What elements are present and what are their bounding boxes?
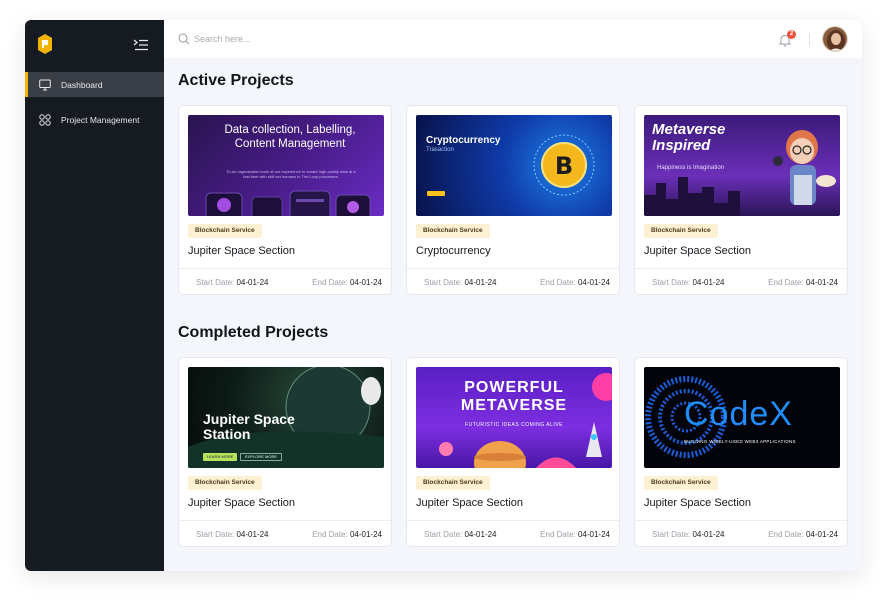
card-divider (179, 520, 391, 521)
project-dates: Start Date: 04-01-24 End Date: 04-01-24 (644, 530, 838, 539)
project-thumbnail: Data collection, Labelling, Content Mana… (188, 115, 384, 216)
search-input[interactable] (194, 30, 494, 48)
sidebar-item-project-management[interactable]: Project Management (25, 107, 164, 132)
end-date: End Date: 04-01-24 (312, 530, 382, 539)
start-date: Start Date: 04-01-24 (424, 530, 497, 539)
app-window: Dashboard Project Management 2 (25, 20, 862, 571)
thumbnail-subtext: To-do organization tools of our experien… (226, 169, 356, 179)
project-thumbnail: POWERFUL METAVERSE FUTURISTIC IDEAS COMI… (416, 367, 612, 468)
avatar[interactable] (822, 26, 848, 52)
character-illustration (773, 130, 836, 205)
card-divider (635, 520, 847, 521)
project-thumbnail: Jupiter Space Station LEARN MORE EXPLORE… (188, 367, 384, 468)
thumbnail-heading: CodeX (684, 395, 793, 433)
category-tag: Blockchain Service (644, 476, 718, 490)
category-tag: Blockchain Service (416, 476, 490, 490)
collapse-menu-icon[interactable] (133, 39, 149, 51)
notification-badge: 2 (787, 30, 796, 39)
thumbnail-button: EXPLORE MORE (240, 453, 283, 461)
thumbnail-heading: Cryptocurrency (426, 135, 501, 146)
monitor-icon (39, 79, 51, 90)
phone-mockups-image (205, 190, 371, 216)
category-tag: Blockchain Service (416, 224, 490, 238)
project-title: Jupiter Space Section (644, 497, 752, 509)
thumbnail-subtext: BUILDING WIDELY-USED WEB3 APPLICATIONS (684, 439, 796, 444)
card-divider (179, 268, 391, 269)
header-divider (809, 33, 810, 46)
completed-projects-heading: Completed Projects (178, 324, 329, 341)
grid-icon (39, 113, 51, 126)
svg-text:B: B (555, 152, 573, 180)
card-divider (407, 268, 619, 269)
thumbnail-heading: Jupiter Space Station (203, 411, 295, 442)
category-tag: Blockchain Service (644, 224, 718, 238)
project-dates: Start Date: 04-01-24 End Date: 04-01-24 (188, 278, 382, 287)
bitcoin-coin-icon: B (533, 134, 595, 196)
project-thumbnail: Metaverse Inspired Happiness is Imaginat… (644, 115, 840, 216)
project-card[interactable]: CodeX BUILDING WIDELY-USED WEB3 APPLICAT… (634, 357, 848, 547)
end-date: End Date: 04-01-24 (540, 530, 610, 539)
sidebar: Dashboard Project Management (25, 20, 164, 571)
project-card[interactable]: Jupiter Space Station LEARN MORE EXPLORE… (178, 357, 392, 547)
card-divider (635, 268, 847, 269)
sidebar-item-label: Dashboard (61, 79, 103, 90)
category-tag: Blockchain Service (188, 224, 262, 238)
project-dates: Start Date: 04-01-24 End Date: 04-01-24 (416, 530, 610, 539)
end-date: End Date: 04-01-24 (540, 278, 610, 287)
project-thumbnail: CodeX BUILDING WIDELY-USED WEB3 APPLICAT… (644, 367, 840, 468)
avatar-image (823, 27, 847, 51)
project-card[interactable]: Cryptocurrency Trasaction B Blockchain S… (406, 105, 620, 295)
start-date: Start Date: 04-01-24 (424, 278, 497, 287)
end-date: End Date: 04-01-24 (312, 278, 382, 287)
project-card[interactable]: Metaverse Inspired Happiness is Imaginat… (634, 105, 848, 295)
app-logo-icon (38, 34, 52, 54)
project-dates: Start Date: 04-01-24 End Date: 04-01-24 (188, 530, 382, 539)
thumbnail-heading: Data collection, Labelling, Content Mana… (224, 124, 356, 150)
start-date: Start Date: 04-01-24 (196, 278, 269, 287)
project-title: Jupiter Space Section (644, 245, 752, 257)
sidebar-item-label: Project Management (61, 114, 140, 125)
project-dates: Start Date: 04-01-24 End Date: 04-01-24 (416, 278, 610, 287)
thumbnail-button (427, 191, 445, 196)
project-card[interactable]: POWERFUL METAVERSE FUTURISTIC IDEAS COMI… (406, 357, 620, 547)
thumbnail-button: LEARN MORE (203, 453, 238, 461)
category-tag: Blockchain Service (188, 476, 262, 490)
project-title: Cryptocurrency (416, 245, 491, 257)
start-date: Start Date: 04-01-24 (196, 530, 269, 539)
project-dates: Start Date: 04-01-24 End Date: 04-01-24 (644, 278, 838, 287)
top-bar: 2 (164, 20, 862, 58)
project-title: Jupiter Space Section (416, 497, 524, 509)
thumbnail-subtext: FUTURISTIC IDEAS COMING ALIVE (465, 422, 563, 428)
card-divider (407, 520, 619, 521)
project-thumbnail: Cryptocurrency Trasaction B (416, 115, 612, 216)
project-card[interactable]: Data collection, Labelling, Content Mana… (178, 105, 392, 295)
project-title: Jupiter Space Section (188, 245, 296, 257)
thumbnail-heading: Metaverse Inspired (652, 121, 726, 154)
search-icon (178, 33, 190, 45)
thumbnail-subtext: Trasaction (426, 147, 454, 153)
start-date: Start Date: 04-01-24 (652, 278, 725, 287)
project-title: Jupiter Space Section (188, 497, 296, 509)
thumbnail-heading: POWERFUL METAVERSE (460, 379, 568, 414)
end-date: End Date: 04-01-24 (768, 530, 838, 539)
sidebar-item-dashboard[interactable]: Dashboard (25, 72, 164, 97)
end-date: End Date: 04-01-24 (768, 278, 838, 287)
active-projects-heading: Active Projects (178, 72, 294, 89)
start-date: Start Date: 04-01-24 (652, 530, 725, 539)
thumbnail-subtext: Happiness is Imagination (657, 165, 725, 171)
